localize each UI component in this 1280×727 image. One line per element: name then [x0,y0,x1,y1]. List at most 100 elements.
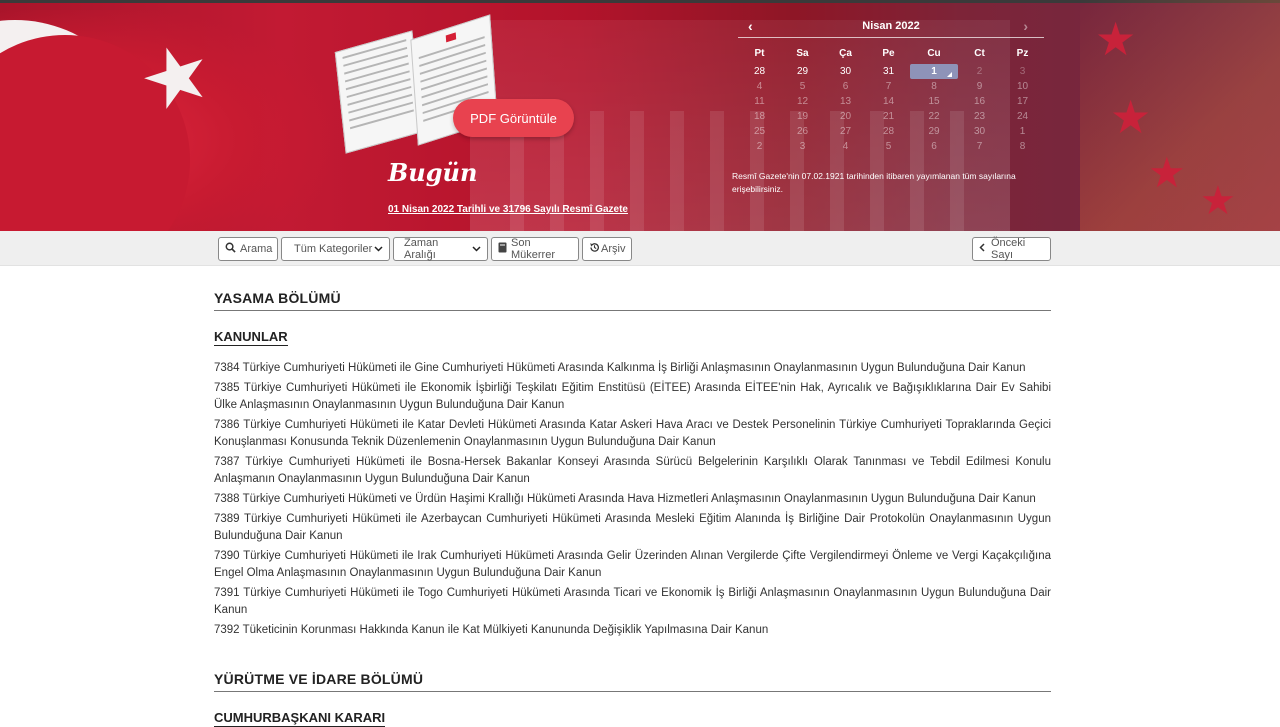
calendar-day: 3 [1001,64,1044,79]
time-range-select[interactable]: Zaman Aralığı [393,237,488,261]
law-item[interactable]: 7385 Türkiye Cumhuriyeti Hükümeti ile Ek… [214,380,1051,414]
pdf-view-button[interactable]: PDF Görüntüle [453,99,574,137]
gazette-content: YASAMA BÖLÜMÜ KANUNLAR 7384 Türkiye Cumh… [214,266,1051,727]
calendar-day-label: 13 [839,96,852,107]
calendar-day: 13 [824,94,867,109]
calendar-day-label: 4 [756,81,763,92]
calendar-day: 17 [1001,94,1044,109]
search-button[interactable]: Arama [218,237,278,261]
calendar-day: 30 [958,124,1001,139]
calendar-day-label: 8 [931,81,937,92]
gazette-flag-icon [445,32,457,43]
calendar-day-label: 7 [885,81,892,92]
calendar-day: 6 [910,139,958,154]
calendar-day: 6 [824,79,867,94]
calendar-day: 5 [781,79,824,94]
last-repeat-label: Son Mükerrer [511,237,556,261]
calendar-day-label: 7 [976,141,983,152]
chevron-down-icon [472,244,481,254]
calendar-day-label: 11 [754,96,765,107]
calendar-day: 18 [738,109,781,124]
calendar-day: 26 [781,124,824,139]
section-legislation: YASAMA BÖLÜMÜ [214,290,1051,311]
calendar-day-label: 30 [839,66,852,77]
date-calendar: ‹ Nisan 2022 › Pt Sa Ça Pe Cu Ct Pz 28 29 30 31 1 2 3… [738,14,1044,154]
calendar-weekday: Ça [839,48,852,59]
calendar-day: 19 [781,109,824,124]
calendar-day-label: 9 [976,81,983,92]
chevron-left-icon [979,243,985,255]
calendar-day[interactable]: 28 [738,64,781,79]
decor-star-icon: ★ [1200,179,1236,223]
search-label: Arama [240,243,273,255]
decor-star-icon: ★ [1110,91,1152,143]
decor-star-icon: ★ [1095,13,1137,65]
category-select[interactable]: Tüm Kategoriler [281,237,390,261]
chevron-down-icon [374,244,383,254]
previous-issue-label: Önceki Sayı [991,237,1026,261]
calendar-day[interactable]: 29 [781,64,824,79]
calendar-day-label: 14 [882,96,895,107]
law-item[interactable]: 7387 Türkiye Cumhuriyeti Hükümeti ile Bo… [214,454,1051,488]
calendar-day-label: 17 [1016,96,1029,107]
law-item[interactable]: 7391 Türkiye Cumhuriyeti Hükümeti ile To… [214,585,1051,619]
calendar-day: 21 [867,109,910,124]
calendar-day-label: 28 [882,126,895,137]
law-item[interactable]: 7388 Türkiye Cumhuriyeti Hükümeti ve Ürd… [214,491,1051,508]
law-item[interactable]: 7392 Tüketicinin Korunması Hakkında Kanu… [214,622,1051,639]
calendar-day: 29 [910,124,958,139]
calendar-day-label: 19 [796,111,809,122]
calendar-day-label: 12 [796,96,809,107]
decor-star-icon: ★ [1148,149,1186,196]
archive-button[interactable]: Arşiv [582,237,632,261]
calendar-day: 23 [958,109,1001,124]
previous-issue-button[interactable]: Önceki Sayı [972,237,1051,261]
calendar-day-label: 27 [839,126,852,137]
calendar-day: 14 [867,94,910,109]
section-executive: YÜRÜTME VE İDARE BÖLÜMÜ [214,671,1051,692]
calendar-day[interactable]: 30 [824,64,867,79]
calendar-day-label: 24 [1016,111,1029,122]
calendar-grid: Pt Sa Ça Pe Cu Ct Pz 28 29 30 31 1 2 3 4 5 6 7 8 9 10 11 12 13 1… [738,44,1044,154]
calendar-day: 12 [781,94,824,109]
subsection-laws: KANUNLAR [214,329,288,346]
calendar-day: 9 [958,79,1001,94]
chevron-right-icon[interactable]: › [1023,14,1028,38]
calendar-weekday: Pt [754,48,765,59]
calendar-day-label: 6 [842,81,849,92]
filter-toolbar: Arama Tüm Kategoriler Zaman Aralığı Son … [0,231,1280,266]
calendar-day: 24 [1001,109,1044,124]
calendar-day-label: 26 [796,126,809,137]
calendar-day-label: 16 [973,96,986,107]
calendar-day: 15 [910,94,958,109]
calendar-day: 5 [867,139,910,154]
subsection-presidential-decision: CUMHURBAŞKANI KARARI [214,710,386,727]
calendar-day[interactable]: 31 [867,64,910,79]
calendar-day[interactable]: 1 [910,64,958,79]
calendar-day-label: 4 [842,141,849,152]
calendar-day-label: 22 [928,111,940,122]
chevron-left-icon[interactable]: ‹ [748,14,753,38]
last-repeat-button[interactable]: Son Mükerrer [491,237,579,261]
law-item[interactable]: 7384 Türkiye Cumhuriyeti Hükümeti ile Gi… [214,360,1051,377]
law-item[interactable]: 7389 Türkiye Cumhuriyeti Hükümeti ile Az… [214,511,1051,545]
calendar-day: 28 [867,124,910,139]
law-item[interactable]: 7386 Türkiye Cumhuriyeti Hükümeti ile Ka… [214,417,1051,451]
calendar-day-label: 5 [885,141,892,152]
calendar-day: 22 [910,109,958,124]
calendar-day: 11 [738,94,781,109]
calendar-day: 7 [958,139,1001,154]
calendar-day-label: 20 [839,111,852,122]
gazette-page-left [334,30,424,154]
calendar-weekday: Ct [974,48,985,59]
category-select-value: Tüm Kategoriler [294,243,373,255]
calendar-day-label: 25 [753,126,766,137]
calendar-day-label: 30 [973,126,986,137]
today-gazette-link[interactable]: 01 Nisan 2022 Tarihli ve 31796 Sayılı Re… [388,204,628,215]
archive-note: Resmî Gazete'nin 07.02.1921 tarihinden i… [732,171,1016,194]
calendar-day: 2 [958,64,1001,79]
calendar-day-label: 23 [973,111,986,122]
calendar-weekday: Pz [1016,48,1029,59]
law-item[interactable]: 7390 Türkiye Cumhuriyeti Hükümeti ile Ir… [214,548,1051,582]
calendar-day-label: 21 [882,111,895,122]
